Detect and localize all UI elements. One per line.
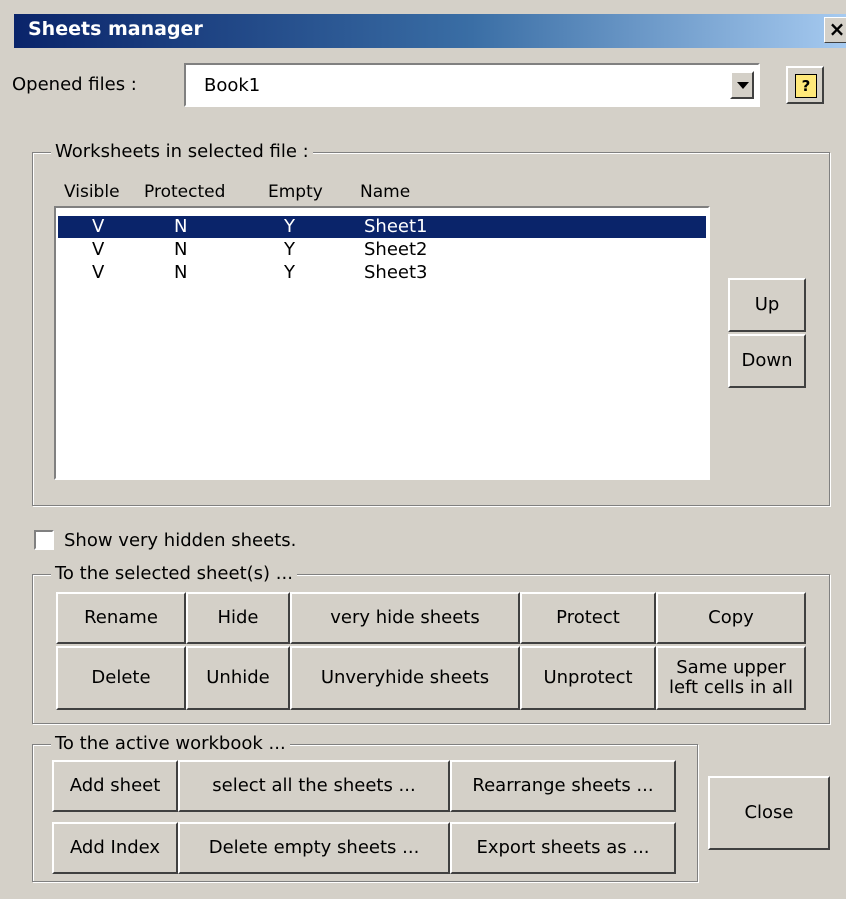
add-index-button[interactable]: Add Index: [52, 822, 178, 874]
cell-visible: V: [92, 216, 105, 237]
show-hidden-checkbox[interactable]: [34, 530, 54, 550]
cell-protected: N: [174, 216, 188, 237]
list-item[interactable]: V N Y Sheet3: [58, 262, 706, 284]
rearrange-sheets-button[interactable]: Rearrange sheets ...: [450, 760, 676, 812]
worksheets-list[interactable]: V N Y Sheet1 V N Y Sheet2 V N Y Sheet3: [54, 206, 710, 480]
help-icon: ?: [795, 74, 817, 98]
column-header-empty: Empty: [268, 182, 323, 202]
cell-name: Sheet2: [364, 239, 428, 260]
rename-button[interactable]: Rename: [56, 592, 186, 644]
down-button[interactable]: Down: [728, 334, 806, 388]
cell-visible: V: [92, 262, 105, 283]
help-button[interactable]: ?: [786, 66, 824, 104]
same-upper-label-line2: left cells in all: [668, 677, 794, 698]
delete-empty-sheets-button[interactable]: Delete empty sheets ...: [178, 822, 450, 874]
worksheets-legend: Worksheets in selected file :: [51, 141, 313, 162]
column-header-protected: Protected: [144, 182, 226, 202]
cell-protected: N: [174, 262, 188, 283]
list-item[interactable]: V N Y Sheet2: [58, 239, 706, 261]
column-header-name: Name: [360, 182, 411, 202]
hide-button[interactable]: Hide: [186, 592, 290, 644]
unhide-button[interactable]: Unhide: [186, 646, 290, 710]
chevron-down-icon[interactable]: [730, 71, 754, 99]
title-bar[interactable]: Sheets manager ×: [14, 14, 846, 48]
cell-protected: N: [174, 239, 188, 260]
same-upper-left-cells-button[interactable]: Same upper left cells in all: [656, 646, 806, 710]
unveryhide-sheets-button[interactable]: Unveryhide sheets: [290, 646, 520, 710]
same-upper-label-line1: Same upper: [676, 657, 786, 678]
cell-empty: Y: [284, 239, 295, 260]
cell-name: Sheet3: [364, 262, 428, 283]
cell-empty: Y: [284, 216, 295, 237]
select-all-sheets-button[interactable]: select all the sheets ...: [178, 760, 450, 812]
cell-name: Sheet1: [364, 216, 428, 237]
sheets-manager-dialog: Sheets manager × Opened files : Book1 ? …: [0, 0, 846, 899]
close-button[interactable]: Close: [708, 776, 830, 850]
close-icon[interactable]: ×: [824, 17, 846, 43]
up-button[interactable]: Up: [728, 278, 806, 332]
opened-files-dropdown[interactable]: Book1: [184, 63, 760, 107]
window-title: Sheets manager: [28, 18, 203, 40]
unprotect-button[interactable]: Unprotect: [520, 646, 656, 710]
cell-visible: V: [92, 239, 105, 260]
very-hide-sheets-button[interactable]: very hide sheets: [290, 592, 520, 644]
column-header-visible: Visible: [64, 182, 120, 202]
opened-files-value: Book1: [204, 75, 261, 96]
copy-button[interactable]: Copy: [656, 592, 806, 644]
export-sheets-button[interactable]: Export sheets as ...: [450, 822, 676, 874]
opened-files-label: Opened files :: [12, 74, 137, 95]
delete-button[interactable]: Delete: [56, 646, 186, 710]
add-sheet-button[interactable]: Add sheet: [52, 760, 178, 812]
active-workbook-legend: To the active workbook ...: [51, 733, 290, 754]
list-item[interactable]: V N Y Sheet1: [58, 216, 706, 238]
selected-sheets-legend: To the selected sheet(s) ...: [51, 563, 297, 584]
show-hidden-label: Show very hidden sheets.: [64, 530, 297, 551]
protect-button[interactable]: Protect: [520, 592, 656, 644]
cell-empty: Y: [284, 262, 295, 283]
